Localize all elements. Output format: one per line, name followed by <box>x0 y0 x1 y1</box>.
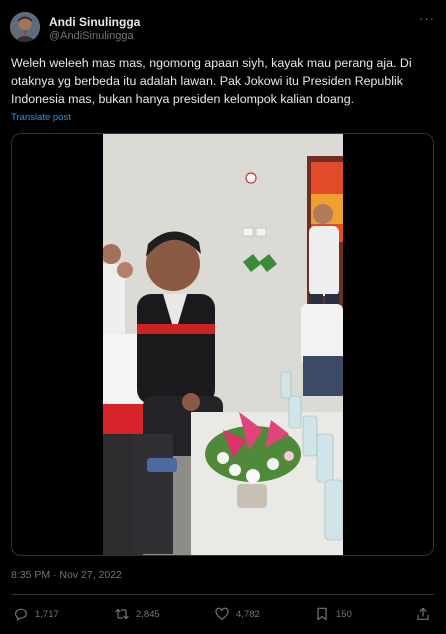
like-button[interactable]: 4,782 <box>214 602 260 626</box>
video-frame <box>103 134 343 555</box>
author-handle[interactable]: @AndiSinulingga <box>49 30 134 42</box>
action-bar: 1,717 2,845 4,782 150 <box>11 602 434 626</box>
reply-count: 1,717 <box>35 608 59 620</box>
more-icon[interactable]: ··· <box>418 12 436 28</box>
reply-icon <box>15 608 27 621</box>
tweet-header: Andi Sinulingga @AndiSinulingga ··· <box>10 12 436 46</box>
tweet-video[interactable] <box>11 133 434 556</box>
like-count: 4,782 <box>236 608 260 620</box>
repost-icon <box>115 608 129 620</box>
repost-button[interactable]: 2,845 <box>114 602 160 626</box>
bookmark-icon <box>317 607 327 621</box>
bookmark-count: 150 <box>336 608 352 620</box>
bookmark-button[interactable]: 150 <box>314 602 352 626</box>
video-scene <box>103 134 343 555</box>
author-name[interactable]: Andi Sinulingga <box>49 15 140 29</box>
repost-count: 2,845 <box>136 608 160 620</box>
divider <box>11 594 434 595</box>
share-icon <box>417 607 429 620</box>
author-avatar[interactable] <box>10 12 40 42</box>
share-button[interactable] <box>415 602 437 626</box>
tweet-text: Weleh weleeh mas mas, ngomong apaan siyh… <box>11 56 412 106</box>
reply-button[interactable]: 1,717 <box>13 602 59 626</box>
tweet-timestamp[interactable]: 8:35 PM · Nov 27, 2022 <box>11 569 122 581</box>
translate-link[interactable]: Translate post <box>11 112 71 123</box>
like-icon <box>215 607 229 620</box>
